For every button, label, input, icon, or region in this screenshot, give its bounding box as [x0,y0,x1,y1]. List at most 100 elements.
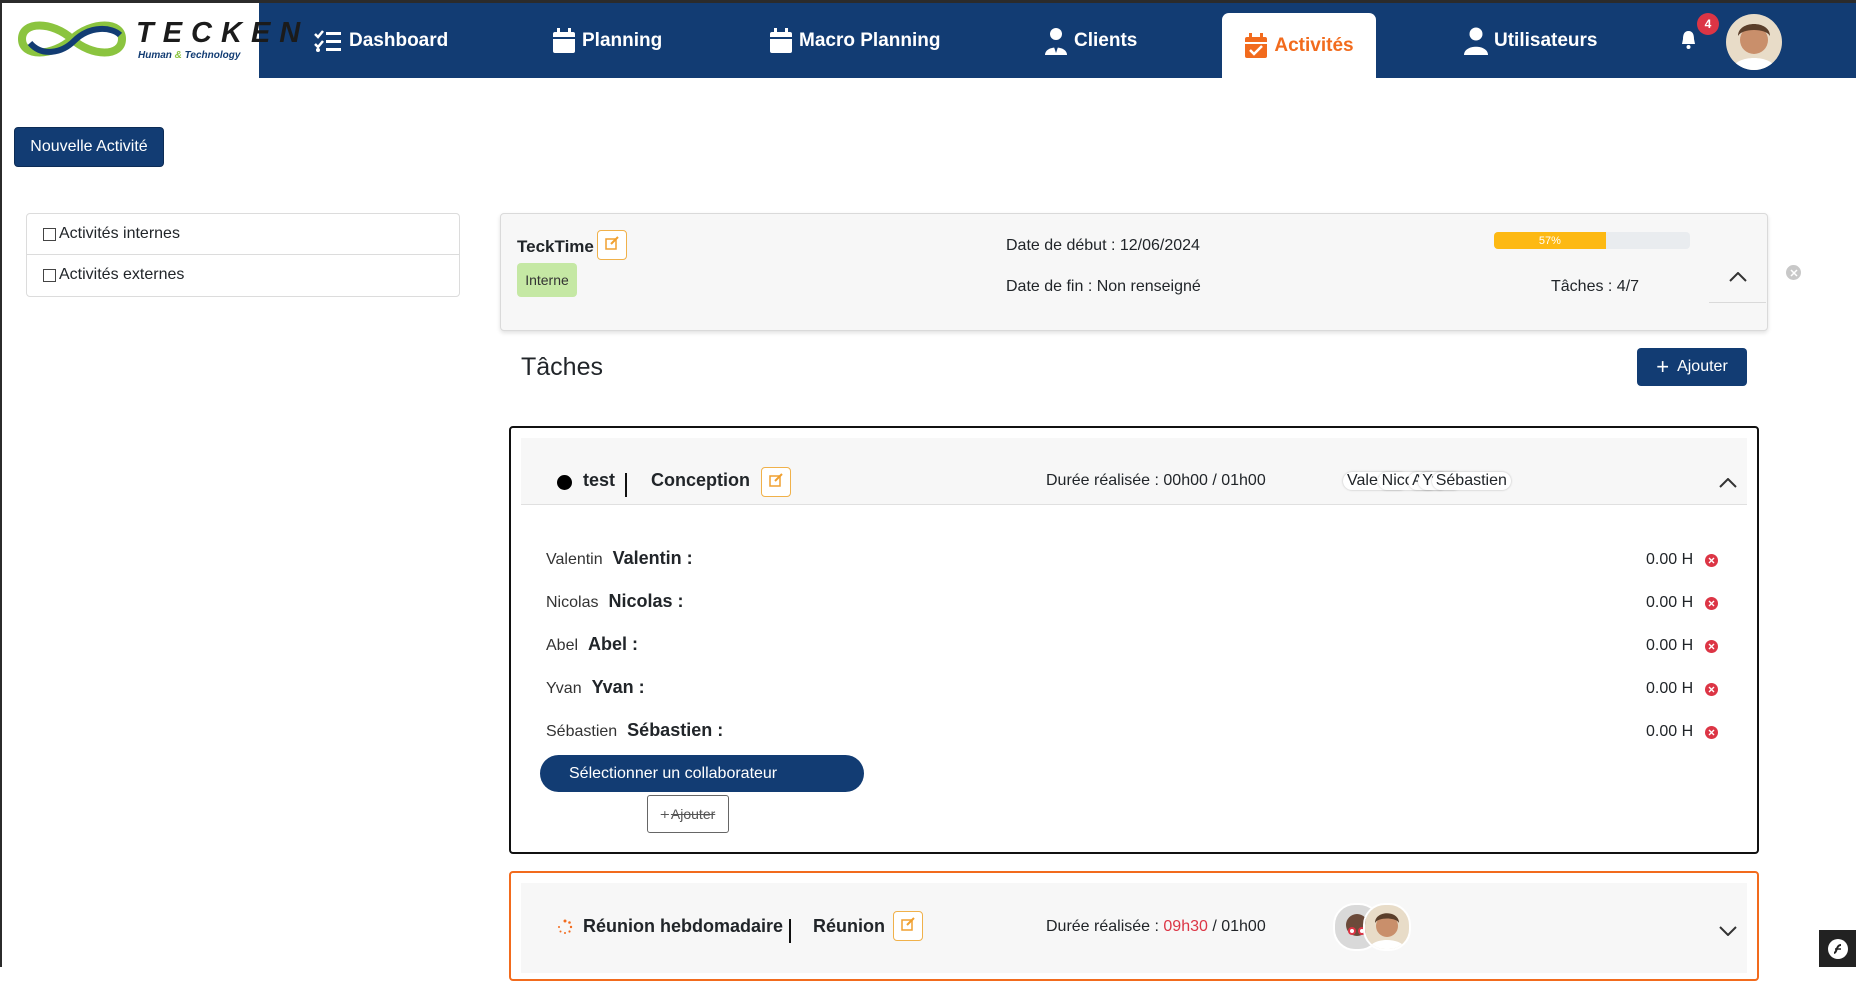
separator [625,473,627,497]
activity-filters: Activités internes Activités externes [26,213,460,297]
nav-clients-label: Clients [1074,29,1138,51]
filter-internal-label: Activités internes [59,225,180,242]
remove-member-icon[interactable] [1705,682,1719,696]
add-collaborator-label: Ajouter [670,806,716,822]
activity-card: TeckTime Interne Date de début : 12/06/2… [500,213,1768,331]
member-short-name: Valentin [546,551,603,568]
task-type: Conception [651,470,750,490]
task-type: Réunion [813,916,885,936]
member-hours: 0.00 H [1646,680,1719,698]
collapse-activity-button[interactable] [1709,254,1766,303]
chevron-down-icon[interactable] [1719,923,1737,941]
filter-external[interactable]: Activités externes [27,254,459,295]
activity-end-date: Date de fin : Non renseigné [1006,278,1201,295]
user-icon [1464,27,1488,55]
nav-dashboard-label: Dashboard [349,29,449,51]
filter-external-label: Activités externes [59,266,185,283]
task-name: test [583,470,616,490]
activity-tasks-count: Tâches : 4/7 [1551,278,1640,295]
symfony-toolbar-icon[interactable] [1819,930,1856,967]
member-name: Abel : [588,634,639,654]
nav-activites[interactable]: Activités [1222,13,1376,78]
add-collaborator-button[interactable]: + Ajouter [647,795,729,833]
remove-member-icon[interactable] [1705,725,1719,739]
assignee-chip: Sébastien [1431,472,1511,490]
user-avatar[interactable] [1726,14,1782,70]
nav-macro-planning[interactable]: Macro Planning [769,3,940,78]
checkbox-internal[interactable] [43,227,56,241]
nav-activites-label: Activités [1274,34,1354,56]
member-name: Valentin : [612,548,693,568]
avatar [1363,903,1411,951]
progress-fill: 57% [1494,232,1606,249]
member-row: Abel Abel : [546,634,638,655]
status-dot-icon [557,475,572,490]
nav-planning[interactable]: Planning [552,3,662,78]
nav-planning-label: Planning [582,29,663,51]
tasks-title: Tâches [521,353,603,381]
filter-internal[interactable]: Activités internes [27,214,459,254]
user-tie-icon [1044,27,1068,55]
chevron-up-icon[interactable] [1719,475,1737,493]
calendar-icon [769,27,793,54]
edit-task-button[interactable] [761,467,791,497]
remove-member-icon[interactable] [1705,553,1719,567]
task-card: test Conception Durée réalisée : 00h00 /… [509,426,1759,854]
add-task-button[interactable]: + Ajouter [1637,348,1747,386]
task-header[interactable]: Réunion hebdomadaire Réunion Durée réali… [521,883,1747,973]
logo-subtitle: Human & Technology [138,50,241,61]
nav-utilisateurs[interactable]: Utilisateurs [1464,3,1597,78]
task-header[interactable]: test Conception Durée réalisée : 00h00 /… [521,438,1747,505]
edit-icon [605,235,619,255]
notification-badge: 4 [1697,13,1719,35]
nav-macro-planning-label: Macro Planning [799,29,941,51]
add-task-label: Ajouter [1677,358,1728,375]
bell-icon[interactable] [1680,30,1697,55]
activity-start-date: Date de début : 12/06/2024 [1006,237,1200,254]
member-row: Valentin Valentin : [546,548,693,569]
close-activity-icon[interactable] [1786,265,1801,280]
edit-activity-button[interactable] [597,230,627,260]
new-activity-button[interactable]: Nouvelle Activité [14,127,164,167]
window-left-border [0,0,2,967]
member-hours-value: 0.00 H [1646,680,1694,697]
edit-icon [901,916,915,936]
in-progress-spinner-icon [557,919,573,940]
calendar-check-icon [1244,32,1268,59]
checkbox-external[interactable] [43,268,56,282]
member-name: Sébastien : [627,720,724,740]
task-duration: Durée réalisée : 00h00 / 01h00 [1046,472,1266,489]
member-row: Sébastien Sébastien : [546,720,723,741]
infinity-logo-icon [17,21,127,57]
plus-icon: + [660,806,669,822]
remove-member-icon[interactable] [1705,639,1719,653]
duration-done: 09h30 [1163,918,1208,935]
nav-dashboard[interactable]: Dashboard [313,3,448,78]
nav-clients[interactable]: Clients [1044,3,1137,78]
list-check-icon [313,29,343,53]
member-short-name: Nicolas [546,594,599,611]
member-short-name: Abel [546,637,579,654]
plus-icon: + [1656,354,1670,379]
top-navbar: TECKEN Human & Technology Dashboard Plan… [0,3,1856,78]
task-duration: Durée réalisée : 09h30 / 01h00 [1046,918,1266,935]
member-hours-value: 0.00 H [1646,637,1694,654]
member-name: Nicolas : [608,591,684,611]
activity-type-tag: Interne [517,263,577,297]
member-hours-value: 0.00 H [1646,551,1694,568]
task-name: Réunion hebdomadaire [583,916,784,936]
logo[interactable]: TECKEN Human & Technology [2,3,300,78]
assignee-stack: Valentin Nicolas Abel Yvan Sébastien [1343,472,1511,490]
member-hours: 0.00 H [1646,551,1719,569]
edit-icon [769,472,783,492]
calendar-icon [552,27,576,54]
chevron-up-icon [1728,269,1747,287]
member-short-name: Yvan [546,680,582,697]
logo-title: TECKEN [136,17,310,49]
member-row: Nicolas Nicolas : [546,591,684,612]
member-hours: 0.00 H [1646,594,1719,612]
edit-task-button[interactable] [893,911,923,941]
activity-progress-bar: 57% [1494,232,1690,249]
remove-member-icon[interactable] [1705,596,1719,610]
select-collaborator-dropdown[interactable]: Sélectionner un collaborateur [540,755,864,792]
